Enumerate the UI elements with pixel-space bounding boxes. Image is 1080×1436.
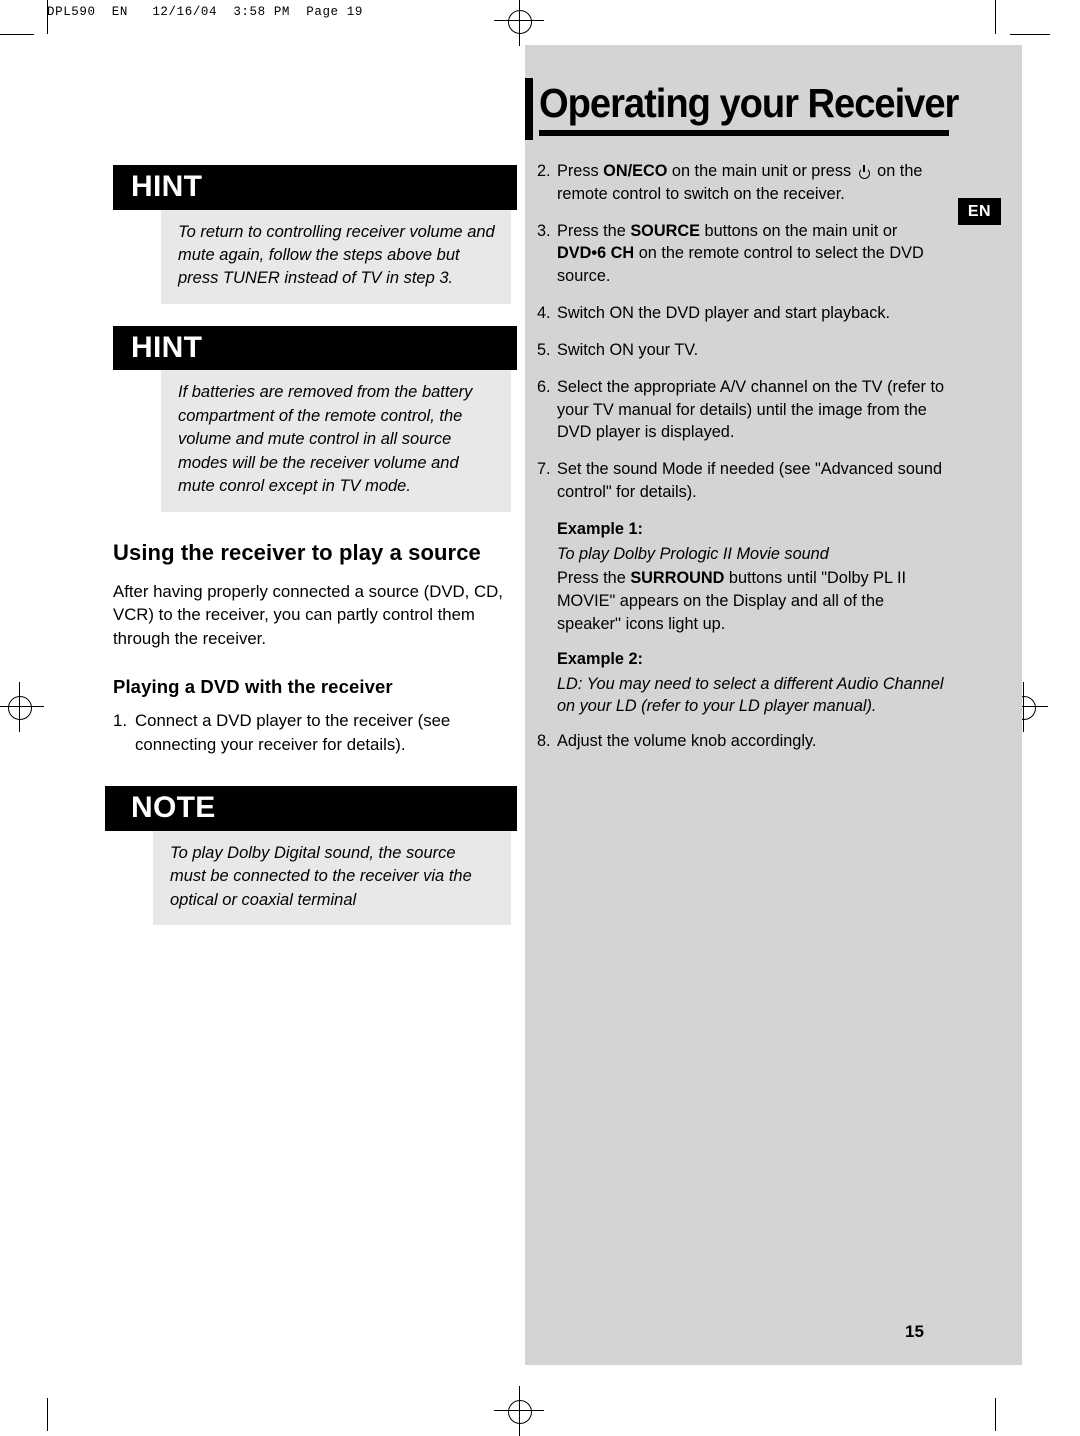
- registration-line-bottom-v: [519, 1386, 520, 1436]
- list-item: 4. Switch ON the DVD player and start pla…: [537, 302, 949, 325]
- text-run: Press the: [557, 221, 631, 240]
- text-run: buttons on the main unit or: [699, 221, 898, 240]
- step-text: Set the sound Mode if needed (see "Advan…: [557, 458, 949, 504]
- title-accent-bar: [525, 78, 533, 140]
- right-column: 2. Press ON/ECO on the main unit or press…: [537, 160, 949, 767]
- callout-hint-2-body: If batteries are removed from the batter…: [161, 370, 511, 512]
- callout-hint-2: HINT If batteries are removed from the b…: [113, 325, 517, 512]
- list-item: 7. Set the sound Mode if needed (see "Adv…: [537, 458, 949, 504]
- crop-mark-bottom-right-vertical: [995, 1398, 996, 1431]
- list-item: 8. Adjust the volume knob accordingly.: [537, 730, 949, 753]
- step-number: 3.: [537, 221, 551, 240]
- emphasis-italic: You may need to select a different Audio…: [557, 674, 944, 716]
- list-item: 3. Press the SOURCE buttons on the main u…: [537, 220, 949, 288]
- example-1-italic: To play Dolby Prologic II Movie sound: [557, 544, 829, 563]
- step-text: Switch ON your TV.: [557, 339, 949, 362]
- example-1-label: Example 1:: [557, 519, 643, 538]
- list-item: 6. Select the appropriate A/V channel on …: [537, 376, 949, 444]
- callout-hint-1: HINT To return to controlling receiver v…: [113, 165, 517, 304]
- registration-mark-top: [508, 10, 532, 34]
- left-column: HINT To return to controlling receiver v…: [105, 165, 517, 947]
- crop-mark-bottom-left-vertical: [47, 1398, 48, 1431]
- text-run: on the main unit or press: [667, 162, 856, 180]
- example-1-body: Press the SURROUND buttons until "Dolby …: [557, 567, 949, 635]
- emphasis-bold: SURROUND: [630, 569, 725, 588]
- crop-mark-top-left-horizontal: [0, 34, 34, 35]
- registration-line-right-v: [1023, 682, 1024, 732]
- example-2-body: LD: You may need to select a different A…: [557, 673, 949, 719]
- callout-hint-2-heading: HINT: [113, 325, 517, 371]
- list-item: 1. Connect a DVD player to the receiver …: [113, 709, 517, 756]
- callout-note-heading: NOTE: [105, 786, 517, 831]
- language-tab: EN: [958, 198, 1001, 225]
- registration-line-left-v: [19, 682, 20, 732]
- callout-hint-1-heading: HINT: [113, 165, 517, 210]
- text-run: Select the appropriate A/V channel on th…: [557, 377, 945, 442]
- subsection-title: Playing a DVD with the receiver: [113, 676, 393, 698]
- step-number: 6.: [537, 377, 551, 396]
- crop-mark-top-right-vertical: [995, 0, 996, 34]
- step-text: Adjust the volume knob accordingly.: [557, 732, 817, 751]
- text-run: Switch ON your TV.: [557, 340, 699, 359]
- text-run: Switch ON the DVD player and start playb…: [557, 304, 891, 323]
- step-number: 2.: [537, 162, 551, 180]
- step-text: Connect a DVD player to the receiver (se…: [135, 711, 451, 754]
- step-text: Press ON/ECO on the main unit or press o…: [557, 160, 949, 206]
- step-number: 5.: [537, 340, 551, 359]
- step-text: Press the SOURCE buttons on the main uni…: [557, 220, 949, 288]
- callout-note-body: To play Dolby Digital sound, the source …: [153, 830, 511, 925]
- page-title: Operating your Receiver: [539, 80, 959, 126]
- step-number: 1.: [113, 711, 127, 731]
- emphasis-bold: ON/ECO: [603, 162, 668, 180]
- example-2: Example 2: LD: You may need to select a …: [557, 648, 949, 718]
- callout-note: NOTE To play Dolby Digital sound, the so…: [105, 786, 517, 925]
- registration-line-top-v: [519, 0, 520, 46]
- text-run: Press the: [557, 569, 631, 588]
- step-number: 7.: [537, 460, 551, 479]
- text-run: Press: [557, 162, 604, 180]
- text-run: Set the sound Mode if needed (see "Advan…: [557, 460, 943, 501]
- example-2-label: Example 2:: [557, 649, 643, 668]
- step-text: Switch ON the DVD player and start playb…: [557, 302, 949, 325]
- emphasis-italic: LD:: [557, 674, 583, 693]
- list-item: 2. Press ON/ECO on the main unit or press…: [537, 160, 949, 206]
- step-number: 8.: [537, 732, 551, 751]
- callout-hint-1-body: To return to controlling receiver volume…: [161, 209, 511, 304]
- registration-line-left-h: [0, 706, 44, 707]
- crop-mark-top-right-horizontal: [1010, 34, 1050, 35]
- title-underline: [539, 130, 949, 136]
- section-body: After having properly connected a source…: [113, 581, 503, 648]
- step-text: Select the appropriate A/V channel on th…: [557, 376, 949, 444]
- left-step-list: 1. Connect a DVD player to the receiver …: [113, 709, 517, 756]
- print-slug: DPL590 EN 12/16/04 3:58 PM Page 19: [47, 5, 363, 19]
- page-number: 15: [905, 1322, 924, 1341]
- registration-mark-left: [8, 696, 32, 720]
- right-step-list: 2. Press ON/ECO on the main unit or press…: [537, 160, 949, 504]
- power-icon: [858, 164, 871, 179]
- list-item: 5. Switch ON your TV.: [537, 339, 949, 362]
- registration-mark-bottom: [508, 1400, 532, 1424]
- emphasis-bold: SOURCE: [630, 221, 700, 240]
- emphasis-bold: DVD•6 CH: [557, 244, 635, 263]
- step-number: 4.: [537, 304, 551, 323]
- example-1: Example 1: To play Dolby Prologic II Mov…: [557, 518, 949, 636]
- section-title: Using the receiver to play a source: [113, 539, 481, 565]
